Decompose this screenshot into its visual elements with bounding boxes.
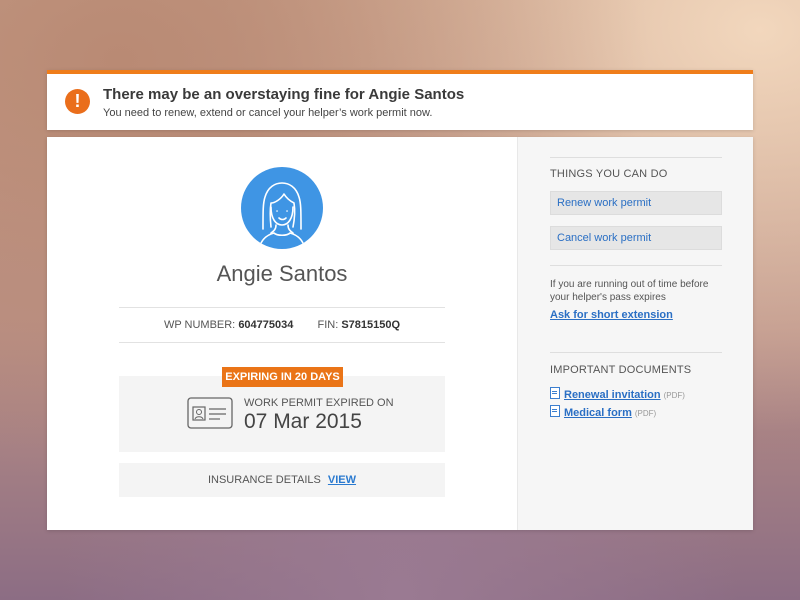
cancel-work-permit-button[interactable]: Cancel work permit <box>550 226 722 250</box>
permit-expiry-date: 07 Mar 2015 <box>244 410 362 433</box>
actions-sidebar: THINGS YOU CAN DO Renew work permit Canc… <box>517 137 753 530</box>
divider <box>550 352 722 353</box>
id-card-icon <box>187 397 233 434</box>
short-extension-link[interactable]: Ask for short extension <box>550 309 673 321</box>
actions-heading: THINGS YOU CAN DO <box>550 168 668 180</box>
insurance-label: INSURANCE DETAILS <box>207 474 321 486</box>
wp-number-label: WP NUMBER: <box>163 319 236 331</box>
fin-value: S7815150Q <box>341 319 401 331</box>
permit-identifiers: WP NUMBER: 604775034 FIN: S7815150Q <box>119 319 445 331</box>
alert-message: You need to renew, extend or cancel your… <box>103 107 433 119</box>
insurance-view-link[interactable]: VIEW <box>328 474 356 486</box>
document-icon <box>550 387 560 399</box>
documents-heading: IMPORTANT DOCUMENTS <box>550 364 692 376</box>
expiry-countdown-badge: EXPIRING IN 20 DAYS <box>222 367 343 387</box>
divider <box>550 265 722 266</box>
helper-card: Angie Santos WP NUMBER: 604775034 FIN: S… <box>47 137 753 530</box>
renewal-invitation-link[interactable]: Renewal invitation <box>564 389 661 401</box>
overstay-alert-banner: ! There may be an overstaying fine for A… <box>47 70 753 130</box>
extension-note: If you are running out of time before yo… <box>550 279 709 303</box>
document-icon <box>550 405 560 417</box>
document-format: (PDF) <box>663 391 685 400</box>
document-format: (PDF) <box>634 409 657 418</box>
document-item-renewal-invitation[interactable]: Renewal invitation (PDF) <box>550 387 685 401</box>
permit-status-box: WORK PERMIT EXPIRED ON 07 Mar 2015 <box>119 376 445 452</box>
document-item-medical-form[interactable]: Medical form (PDF) <box>550 405 656 419</box>
female-avatar-icon <box>241 167 323 249</box>
exclamation-icon: ! <box>65 89 90 114</box>
fin-label: FIN: <box>317 319 339 331</box>
renew-work-permit-button[interactable]: Renew work permit <box>550 191 722 215</box>
helper-name: Angie Santos <box>216 261 348 286</box>
divider <box>119 342 445 343</box>
divider <box>550 157 722 158</box>
medical-form-link[interactable]: Medical form <box>564 407 632 419</box>
insurance-details-row: INSURANCE DETAILS VIEW <box>119 463 445 497</box>
permit-status-label: WORK PERMIT EXPIRED ON <box>244 397 394 409</box>
alert-title: There may be an overstaying fine for Ang… <box>103 86 465 103</box>
divider <box>119 307 445 308</box>
wp-number-value: 604775034 <box>238 319 294 331</box>
